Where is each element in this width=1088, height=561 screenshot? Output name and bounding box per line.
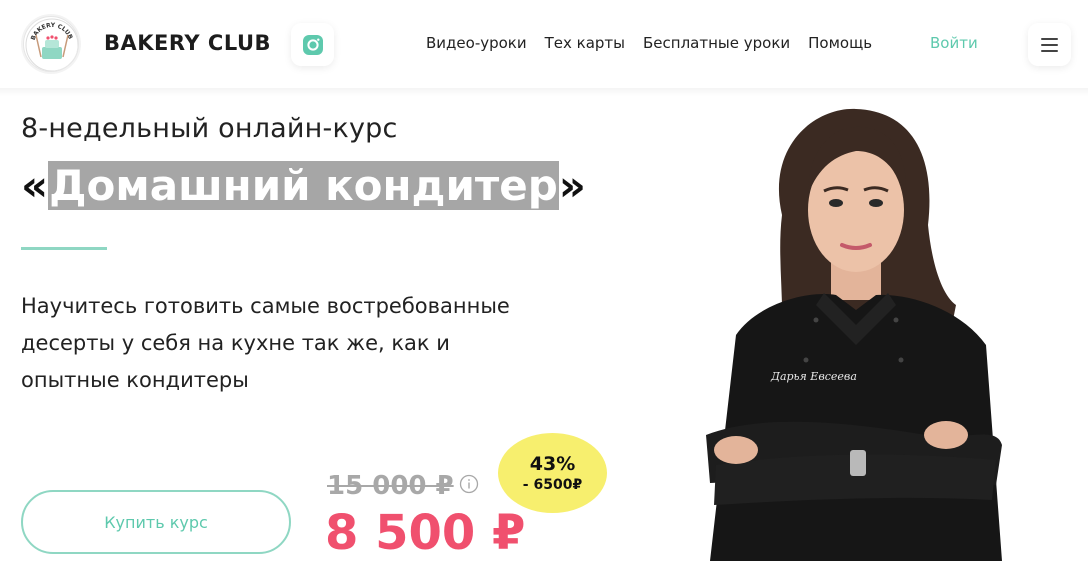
old-price: 15 000 ₽: [327, 471, 454, 501]
jacket-embroidery: Дарья Евсеева: [770, 370, 857, 383]
main-nav: Видео-уроки Тех карты Бесплатные уроки П…: [426, 34, 872, 52]
site-header: BAKERY CLUB BAKERY CLUB Видео-уроки Тех …: [0, 0, 1088, 90]
logo-icon[interactable]: BAKERY CLUB: [23, 16, 79, 72]
course-title: «Домашний кондитер»: [21, 154, 586, 218]
course-description: Научитесь готовить самые востребованные …: [21, 294, 510, 392]
nav-item-free-lessons[interactable]: Бесплатные уроки: [643, 34, 790, 52]
course-subtitle: 8-недельный онлайн-курс: [21, 113, 398, 144]
info-icon[interactable]: [459, 474, 479, 494]
nav-item-tech-cards[interactable]: Тех карты: [545, 34, 625, 52]
title-quote-close: »: [558, 161, 586, 210]
discount-percent: 43%: [529, 453, 576, 475]
instagram-button[interactable]: [291, 23, 334, 66]
title-quote-open: «: [21, 161, 49, 210]
buy-course-button[interactable]: Купить курс: [21, 490, 291, 554]
instructor-photo: Дарья Евсеева: [706, 108, 1002, 561]
nav-item-help[interactable]: Помощь: [808, 34, 872, 52]
brand-name[interactable]: BAKERY CLUB: [104, 31, 271, 55]
login-link[interactable]: Войти: [930, 34, 978, 52]
title-highlight: Домашний кондитер: [48, 161, 559, 210]
title-divider: [21, 247, 107, 250]
hamburger-menu-button[interactable]: [1028, 23, 1071, 66]
header-shadow: [0, 88, 1088, 96]
new-price: 8 500 ₽: [325, 505, 526, 561]
nav-item-video-lessons[interactable]: Видео-уроки: [426, 34, 527, 52]
hamburger-menu-icon: [1041, 37, 1058, 40]
discount-amount: - 6500₽: [522, 477, 583, 493]
discount-badge: 43% - 6500₽: [498, 433, 607, 513]
instagram-icon: [302, 34, 323, 55]
